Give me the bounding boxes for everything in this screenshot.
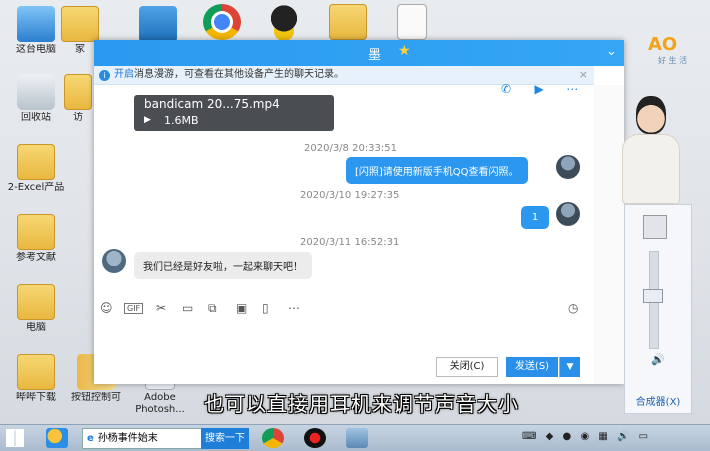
desktop-icon-references[interactable]: 参考文献 — [0, 214, 72, 264]
search-button[interactable]: 搜索一下 — [201, 428, 249, 449]
document-icon — [397, 4, 427, 40]
gif-button[interactable]: GIF — [124, 303, 144, 314]
speaker-icon[interactable]: 🔊 — [651, 353, 665, 366]
desktop-icon-folder-2[interactable] — [312, 4, 384, 40]
desktop-icon-screen[interactable] — [122, 6, 194, 42]
taskbar-search-input[interactable]: e 孙杨事件始末 — [82, 428, 202, 449]
chrome-icon[interactable] — [262, 428, 284, 448]
message-timestamp: 2020/3/11 16:52:31 — [300, 237, 400, 248]
channel-logo: AO 好 生 活 — [648, 34, 688, 65]
system-tray: ⌨ ◆ ● ◉ ▦ 🔊 ▭ — [522, 431, 654, 442]
message-timestamp: 2020/3/8 20:33:51 — [304, 143, 398, 154]
tray-icon[interactable]: ◉ — [580, 431, 589, 442]
folder-icon — [61, 6, 99, 42]
title-bar[interactable]: 墨 ★ ⌄ — [94, 40, 624, 66]
screen-record-icon[interactable]: ▯ — [262, 301, 269, 315]
folder-icon — [64, 74, 92, 110]
enable-roaming-link[interactable]: 开启 — [114, 69, 134, 80]
folder-icon — [17, 144, 55, 180]
message-bubble-outgoing[interactable]: 1 — [521, 206, 549, 229]
input-method-icon[interactable]: ◆ — [546, 431, 554, 442]
input-toolbar: ☺ GIF ✂ ▭ ⧉ ▣ ▯ ⋯ ◷ — [94, 298, 594, 320]
folder-icon[interactable]: ▭ — [182, 301, 193, 315]
info-icon: i — [99, 70, 110, 81]
play-icon: ▶ — [144, 115, 151, 125]
qq-chat-window: 墨 ★ ⌄ i 开启消息漫游，可查看在其他设备产生的聊天记录。 × ✆ ▶ ⋯ b… — [94, 40, 624, 384]
notification-icon[interactable]: ▭ — [639, 431, 648, 442]
send-options-chevron-icon[interactable]: ▼ — [559, 357, 580, 377]
image-icon[interactable]: ▣ — [236, 301, 247, 315]
volume-icon[interactable]: 🔊 — [617, 431, 629, 442]
desktop-icon-excel-folder[interactable]: 2-Excel产品 — [0, 144, 72, 194]
folder-icon — [17, 284, 55, 320]
close-button[interactable]: 关闭(C) — [436, 357, 498, 377]
qq-icon — [265, 4, 303, 40]
smile-icon[interactable]: ☺ — [100, 301, 113, 315]
message-bubble-outgoing[interactable]: [闪照]请使用新版手机QQ查看闪照。 — [346, 157, 528, 184]
volume-slider-thumb[interactable] — [643, 288, 663, 303]
folder-icon — [17, 354, 55, 390]
folder-icon — [17, 214, 55, 250]
windows-start-icon[interactable] — [6, 429, 24, 447]
desktop-icon-folder-3[interactable]: 访 — [62, 74, 94, 124]
desktop-icon-qq[interactable] — [248, 4, 320, 40]
file-size: 1.6MB — [164, 114, 199, 127]
message-bubble-incoming[interactable]: 我们已经是好友啦，一起来聊天吧！ — [134, 252, 312, 279]
more-icon[interactable]: ⋯ — [288, 301, 300, 315]
computer-icon — [17, 6, 55, 42]
file-name: bandicam 20...75.mp4 — [144, 97, 280, 111]
app-icon[interactable] — [46, 428, 68, 448]
ie-icon: e — [87, 433, 94, 444]
chevron-down-icon[interactable]: ⌄ — [606, 44, 617, 59]
clock-icon[interactable]: ◷ — [568, 301, 578, 315]
bird-app-icon[interactable] — [346, 428, 368, 448]
record-icon[interactable] — [304, 428, 326, 448]
avatar[interactable] — [556, 155, 580, 179]
volume-control-panel: 🔊 合成器(X) — [624, 204, 692, 414]
pictures-icon[interactable]: ⧉ — [208, 301, 217, 316]
chrome-icon — [203, 4, 241, 40]
mixer-link[interactable]: 合成器(X) — [625, 393, 691, 408]
star-icon: ★ — [398, 43, 411, 59]
folder-icon — [329, 4, 367, 40]
notice-text: 消息漫游，可查看在其他设备产生的聊天记录。 — [134, 69, 344, 80]
desktop-icon-document[interactable] — [376, 4, 448, 40]
network-icon[interactable]: ▦ — [598, 431, 607, 442]
taskbar: e 孙杨事件始末 搜索一下 ⌨ ◆ ● ◉ ▦ 🔊 ▭ — [0, 424, 710, 451]
screen-app-icon — [139, 6, 177, 42]
speaker-device-icon[interactable] — [643, 215, 667, 239]
desktop-icon-computer-folder[interactable]: 电脑 — [0, 284, 72, 334]
chat-history[interactable]: bandicam 20...75.mp4 ▶ 1.6MB 2020/3/8 20… — [94, 85, 594, 299]
video-subtitle: 也可以直接用耳机来调节声音大小 — [204, 392, 519, 416]
send-button[interactable]: 发送(S) — [506, 357, 558, 377]
avatar[interactable] — [556, 202, 580, 226]
message-timestamp: 2020/3/10 19:27:35 — [300, 190, 400, 201]
avatar[interactable] — [102, 249, 126, 273]
qq-tray-icon[interactable]: ● — [563, 431, 572, 442]
keyboard-icon[interactable]: ⌨ — [522, 431, 536, 442]
recycle-bin-icon — [17, 74, 55, 110]
video-file-card[interactable]: bandicam 20...75.mp4 ▶ 1.6MB — [134, 95, 334, 131]
scissors-icon[interactable]: ✂ — [156, 301, 166, 315]
contact-name: 墨 — [368, 48, 382, 63]
